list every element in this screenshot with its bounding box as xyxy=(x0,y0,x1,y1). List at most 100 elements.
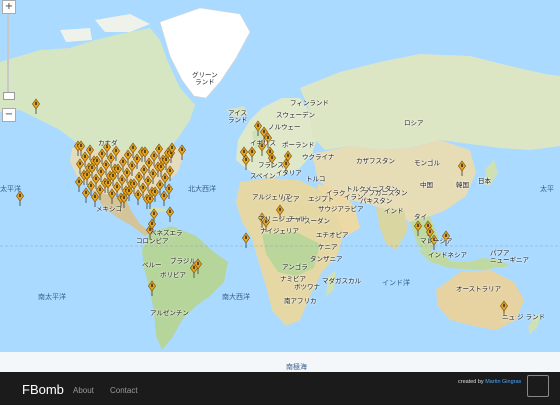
nav-contact-link[interactable]: Contact xyxy=(110,386,138,395)
location-marker[interactable] xyxy=(254,120,262,136)
label-egypt: エジプト xyxy=(308,195,334,203)
label-mongolia: モンゴル xyxy=(414,159,440,167)
location-marker[interactable] xyxy=(32,98,40,114)
zoom-control: + − xyxy=(2,0,16,124)
nav-about-link[interactable]: About xyxy=(73,386,94,395)
marker-exclamation-icon xyxy=(271,155,273,159)
location-marker[interactable] xyxy=(160,190,168,206)
label-venezuela: ベネズエラ xyxy=(150,229,183,237)
marker-exclamation-icon xyxy=(193,265,195,269)
marker-exclamation-icon xyxy=(143,167,145,171)
label-southern-ocean: 南極海 xyxy=(286,363,307,371)
location-marker[interactable] xyxy=(458,160,466,176)
label-namibia: ナミビア xyxy=(280,275,306,283)
credit-prefix: created by xyxy=(458,379,486,385)
marker-exclamation-icon xyxy=(269,149,271,153)
marker-exclamation-icon xyxy=(19,193,21,197)
marker-exclamation-icon xyxy=(95,176,97,180)
marker-exclamation-icon xyxy=(165,157,167,161)
marker-exclamation-icon xyxy=(417,223,419,227)
marker-exclamation-icon xyxy=(101,151,103,155)
label-greenland: グリーン ランド xyxy=(192,71,218,86)
zoom-out-button[interactable]: − xyxy=(2,108,16,122)
marker-exclamation-icon xyxy=(128,188,130,192)
marker-exclamation-icon xyxy=(86,172,88,176)
zoom-in-button[interactable]: + xyxy=(2,0,16,14)
location-marker[interactable] xyxy=(178,144,186,160)
marker-exclamation-icon xyxy=(171,145,173,149)
label-bolivia: ボリビア xyxy=(160,271,186,279)
marker-exclamation-icon xyxy=(123,195,125,199)
label-australia: オーストラリア xyxy=(456,285,502,293)
brand-logo[interactable]: FBomb xyxy=(22,382,64,397)
label-papua: パプア ニューギニア xyxy=(490,249,529,264)
marker-exclamation-icon xyxy=(100,169,102,173)
label-korea: 韓国 xyxy=(456,181,469,189)
marker-exclamation-icon xyxy=(99,187,101,191)
location-marker[interactable] xyxy=(242,154,250,170)
label-italy: イタリア xyxy=(276,169,302,177)
marker-exclamation-icon xyxy=(163,193,165,197)
marker-exclamation-icon xyxy=(85,190,87,194)
label-thailand: タイ xyxy=(414,213,427,221)
marker-exclamation-icon xyxy=(245,235,247,239)
credit-author-link[interactable]: Martin Gingras xyxy=(485,379,521,385)
label-pacific-right: 太平 xyxy=(540,185,554,193)
marker-layer[interactable] xyxy=(0,0,560,372)
marker-exclamation-icon xyxy=(148,160,150,164)
label-madagascar: マダガスカル xyxy=(322,277,361,285)
marker-exclamation-icon xyxy=(503,303,505,307)
location-marker[interactable] xyxy=(75,176,83,192)
marker-exclamation-icon xyxy=(136,156,138,160)
label-china: 中国 xyxy=(420,181,433,189)
location-marker[interactable] xyxy=(242,232,250,248)
zoom-slider-handle[interactable] xyxy=(3,92,15,100)
label-ukraine: ウクライナ xyxy=(302,153,335,161)
marker-exclamation-icon xyxy=(137,192,139,196)
marker-exclamation-icon xyxy=(142,185,144,189)
label-botswana: ボツワナ xyxy=(294,283,320,291)
marker-exclamation-icon xyxy=(164,175,166,179)
label-spain: スペイン xyxy=(250,172,276,180)
label-south-pacific: 南太平洋 xyxy=(38,293,66,301)
label-angola: アンゴラ xyxy=(282,263,308,271)
marker-exclamation-icon xyxy=(461,163,463,167)
label-pacific-left: 太平洋 xyxy=(0,185,21,193)
marker-exclamation-icon xyxy=(121,177,123,181)
marker-exclamation-icon xyxy=(112,173,114,177)
label-canada: カナダ xyxy=(98,139,118,147)
marker-exclamation-icon xyxy=(115,148,117,152)
label-mexico: メキシコ xyxy=(96,205,122,213)
label-ethiopia: エチオピア xyxy=(316,231,349,239)
marker-exclamation-icon xyxy=(251,149,253,153)
label-russia: ロシア xyxy=(404,119,424,127)
marker-exclamation-icon xyxy=(78,179,80,183)
marker-exclamation-icon xyxy=(89,147,91,151)
label-britain: イギリス xyxy=(250,139,276,147)
zoom-track[interactable] xyxy=(7,14,9,96)
marker-exclamation-icon xyxy=(158,146,160,150)
location-marker[interactable] xyxy=(134,189,142,205)
marker-exclamation-icon xyxy=(117,166,119,170)
label-libya: リビア xyxy=(280,195,300,203)
marker-exclamation-icon xyxy=(151,283,153,287)
location-marker[interactable] xyxy=(16,190,24,206)
label-france: フランス xyxy=(258,161,284,169)
marker-exclamation-icon xyxy=(107,180,109,184)
marker-exclamation-icon xyxy=(127,152,129,156)
marker-exclamation-icon xyxy=(122,159,124,163)
location-marker[interactable] xyxy=(414,220,422,236)
location-marker[interactable] xyxy=(166,206,174,222)
credit-text: created by Martin Gingras xyxy=(458,379,521,385)
marker-exclamation-icon xyxy=(111,191,113,195)
marker-exclamation-icon xyxy=(144,149,146,153)
marker-exclamation-icon xyxy=(80,143,82,147)
location-marker[interactable] xyxy=(82,187,90,203)
label-indonesia: インドネシア xyxy=(428,251,467,259)
world-map[interactable]: グリーン ランド アイス ランド フィンランド スウェーデン ノルウェー ロシア… xyxy=(0,0,560,372)
location-marker[interactable] xyxy=(108,188,116,204)
marker-exclamation-icon xyxy=(279,207,281,211)
location-marker[interactable] xyxy=(148,280,156,296)
label-mali: マリ xyxy=(258,215,271,223)
label-iceland: アイス ランド xyxy=(228,109,248,124)
